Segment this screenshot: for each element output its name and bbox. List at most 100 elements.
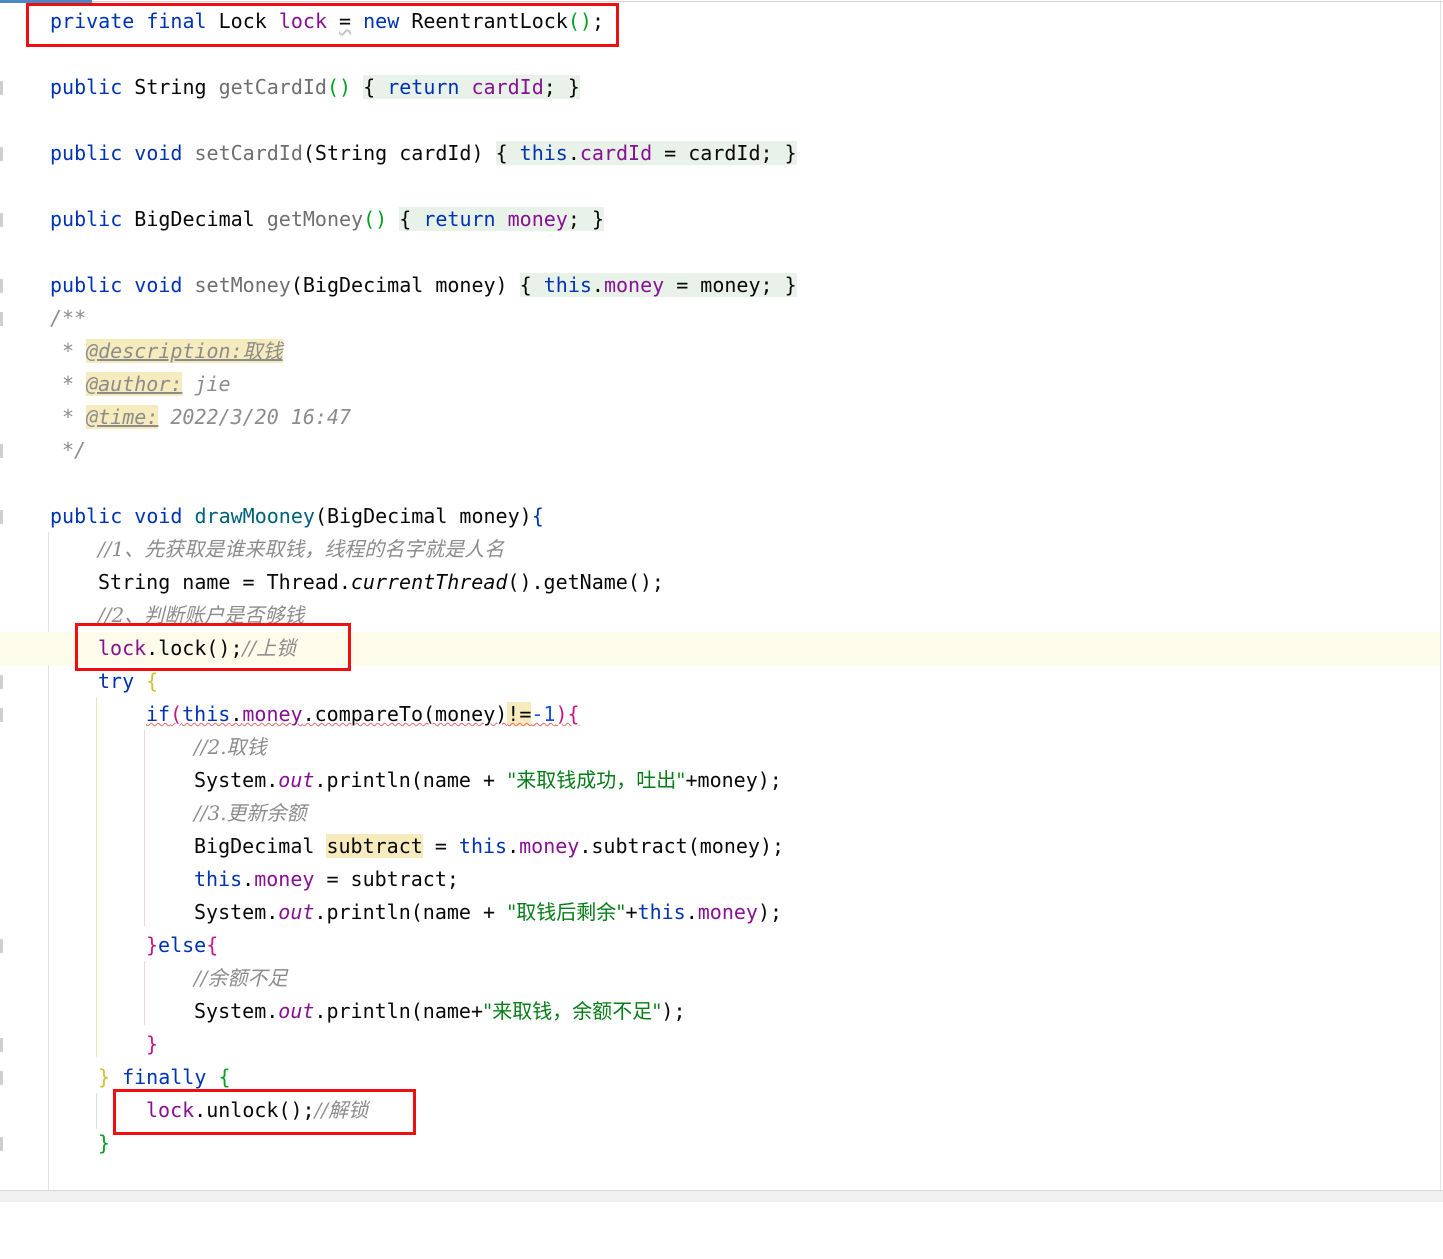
fold-marker[interactable] [0, 1038, 3, 1052]
operator: != [507, 702, 532, 726]
fold-marker[interactable] [0, 939, 3, 953]
dot: . [507, 834, 520, 858]
code-line[interactable]: //1、先获取是谁来取钱，线程的名字就是人名 [0, 533, 1440, 566]
static-field: out [278, 768, 315, 792]
code-text: .println(name+ [314, 999, 483, 1023]
dot: . [242, 867, 255, 891]
fold-marker[interactable] [0, 312, 3, 326]
code-line[interactable]: }else{ [0, 929, 1440, 962]
fold-marker[interactable] [0, 675, 3, 689]
code-line[interactable]: public void drawMooney(BigDecimal money)… [0, 500, 1440, 533]
code-line[interactable]: public String getCardId() { return cardI… [0, 71, 1440, 104]
code-text: ); [661, 999, 686, 1023]
fold-marker[interactable] [0, 708, 3, 722]
dot: . [685, 900, 698, 924]
code-line[interactable]: String name = Thread.currentThread().get… [0, 566, 1440, 599]
code-line[interactable]: * @time: 2022/3/20 16:47 [0, 401, 1440, 434]
field-name: money [697, 900, 758, 924]
method-name: drawMooney [194, 504, 315, 528]
static-field: out [278, 999, 315, 1023]
code-line[interactable]: //2.取钱 [0, 731, 1440, 764]
folded-brace[interactable]: { this.cardId = cardId; } [495, 141, 797, 165]
keyword: public [50, 75, 123, 99]
code-text: .subtract(money); [579, 834, 785, 858]
code-line[interactable]: this.money = subtract; [0, 863, 1440, 896]
parens: () [363, 207, 388, 231]
code-line[interactable]: public void setMoney(BigDecimal money) {… [0, 269, 1440, 302]
javadoc-star: * [62, 372, 75, 396]
javadoc-tag: @author: [86, 372, 183, 396]
code-line[interactable]: if(this.money.compareTo(money)!=-1){ [0, 698, 1440, 731]
code-line[interactable]: public void setCardId(String cardId) { t… [0, 137, 1440, 170]
annotation-box-lock-declaration [26, 3, 619, 47]
javadoc-close: */ [62, 438, 87, 462]
method-name: setCardId [194, 141, 303, 165]
brace: } [146, 933, 159, 957]
parens: () [326, 75, 352, 99]
code-line[interactable]: */ [0, 434, 1440, 467]
annotation-box-unlock-call [113, 1089, 416, 1135]
code-line[interactable]: //余额不足 [0, 962, 1440, 995]
code-text: System. [194, 900, 279, 924]
keyword: this [182, 702, 231, 726]
keyword: public [50, 273, 123, 297]
scrollbar-track[interactable] [1440, 0, 1441, 1190]
fold-marker[interactable] [0, 1137, 3, 1151]
string-literal: "来取钱，余额不足" [483, 999, 662, 1023]
fold-marker[interactable] [0, 213, 3, 227]
keyword: finally [122, 1065, 207, 1089]
brace: { [146, 669, 159, 693]
code-line[interactable]: /** [0, 302, 1440, 335]
keyword: this [637, 900, 686, 924]
type-name: BigDecimal [134, 207, 255, 231]
code-line[interactable]: System.out.println(name+"来取钱，余额不足"); [0, 995, 1440, 1028]
code-editor[interactable]: private final Lock lock = new ReentrantL… [0, 0, 1440, 1192]
code-text: + [625, 900, 638, 924]
field-name: money [519, 834, 580, 858]
method-name: getCardId [218, 75, 327, 99]
keyword: public [50, 141, 123, 165]
static-field: out [278, 900, 315, 924]
code-line[interactable]: //3.更新余额 [0, 797, 1440, 830]
code-line[interactable]: } [0, 1028, 1440, 1061]
parameters: (String cardId) [302, 141, 484, 165]
code-line[interactable]: * @author: jie [0, 368, 1440, 401]
bottom-scrollbar[interactable] [0, 1190, 1443, 1202]
code-line[interactable]: * @description:取钱 [0, 335, 1440, 368]
brace: } [98, 1065, 111, 1089]
code-line[interactable]: public BigDecimal getMoney() { return mo… [0, 203, 1440, 236]
method-name: setMoney [194, 273, 291, 297]
code-text: .println(name + [314, 768, 508, 792]
field-name: money [254, 867, 315, 891]
brace: } [98, 1131, 111, 1155]
code-text: System. [194, 999, 279, 1023]
code-line[interactable]: BigDecimal subtract = this.money.subtrac… [0, 830, 1440, 863]
fold-marker[interactable] [0, 81, 3, 95]
folded-brace[interactable]: { this.money = money; } [519, 273, 797, 297]
method-name: getMoney [266, 207, 364, 231]
fold-marker[interactable] [0, 444, 3, 458]
comment: //2.取钱 [194, 735, 267, 759]
fold-marker[interactable] [0, 279, 3, 293]
folded-brace[interactable]: { return cardId; } [363, 75, 580, 99]
javadoc-tag: @description:取钱 [86, 339, 283, 363]
number: -1 [531, 702, 556, 726]
code-line[interactable]: System.out.println(name + "取钱后剩余"+this.m… [0, 896, 1440, 929]
code-text: .compareTo(money) [302, 702, 508, 726]
keyword: public [50, 207, 123, 231]
code-line[interactable]: System.out.println(name + "来取钱成功，吐出"+mon… [0, 764, 1440, 797]
folded-brace[interactable]: { return money; } [399, 207, 604, 231]
javadoc-value: 2022/3/20 16:47 [170, 405, 352, 429]
keyword: void [134, 273, 183, 297]
fold-marker[interactable] [0, 147, 3, 161]
fold-marker[interactable] [0, 1071, 3, 1085]
comment: //3.更新余额 [194, 801, 307, 825]
operator: = [422, 834, 459, 858]
paren: ( [170, 702, 183, 726]
paren: ){ [555, 702, 580, 726]
keyword: void [134, 141, 183, 165]
keyword: else [158, 933, 207, 957]
code-text: ); [757, 900, 783, 924]
fold-marker[interactable] [0, 510, 3, 524]
field-name: money [242, 702, 303, 726]
